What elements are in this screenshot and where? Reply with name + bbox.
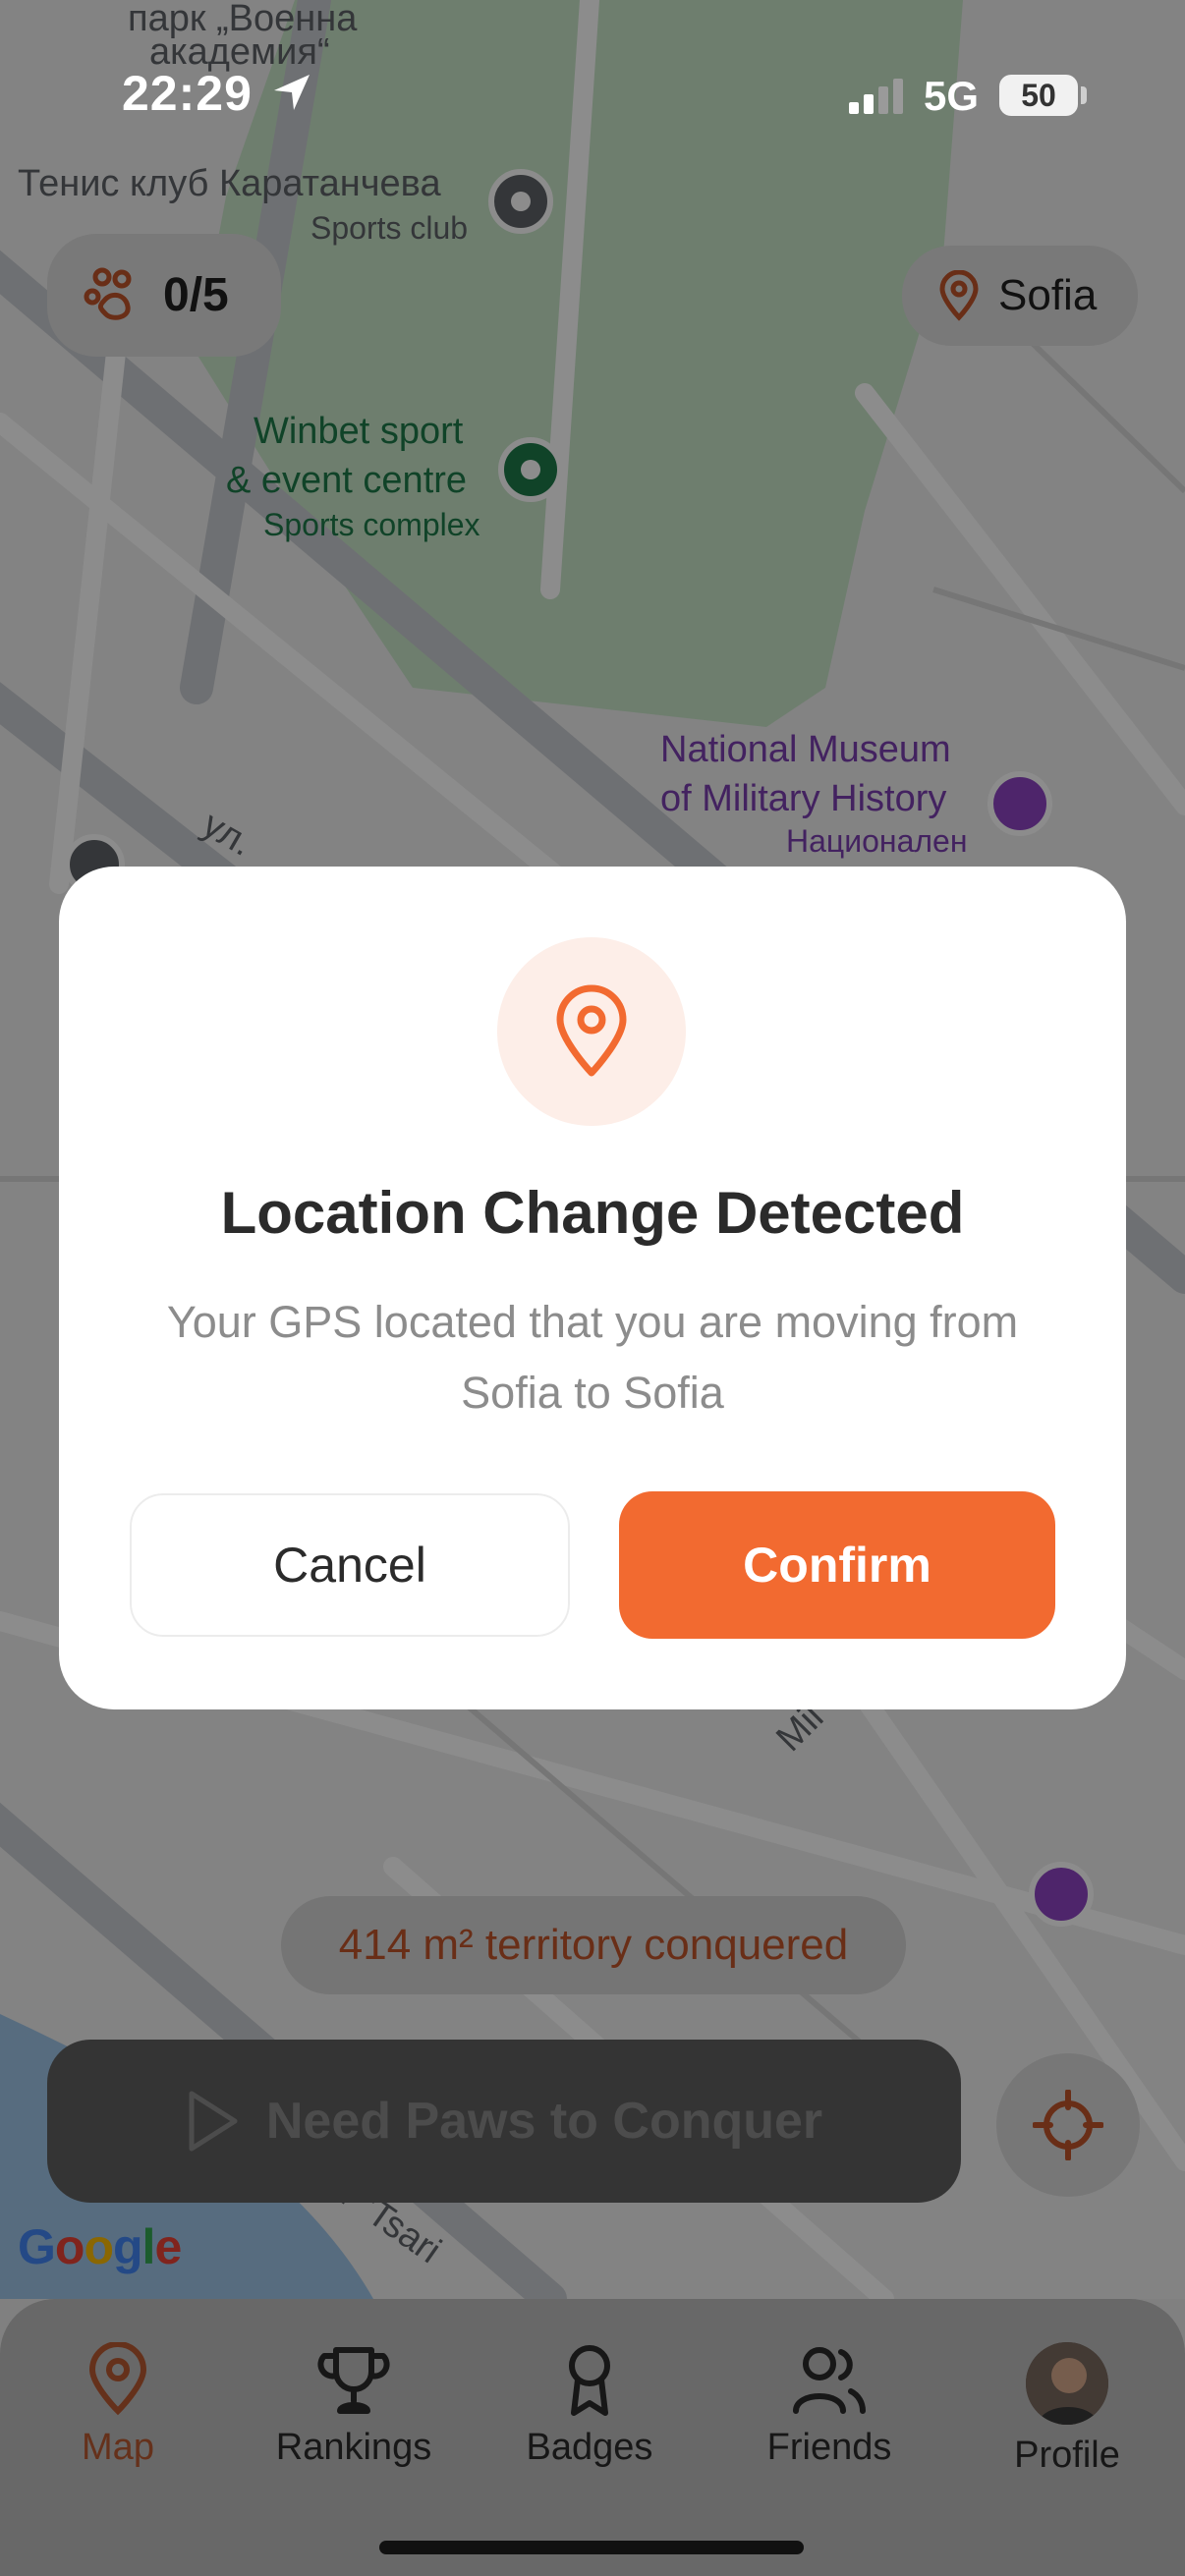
dialog-title: Location Change Detected	[220, 1180, 965, 1246]
home-indicator[interactable]	[379, 2541, 804, 2554]
network-type: 5G	[924, 73, 980, 119]
map-pin-icon	[556, 984, 627, 1077]
status-time: 22:29	[122, 66, 253, 121]
dialog-message: Your GPS located that you are moving fro…	[166, 1297, 1019, 1418]
cancel-button[interactable]: Cancel	[130, 1493, 570, 1637]
location-arrow-icon	[274, 75, 310, 110]
location-change-dialog: Location Change Detected Your GPS locate…	[59, 867, 1126, 1709]
battery-cap	[1081, 86, 1087, 104]
cellular-signal-icon	[849, 79, 903, 114]
battery-indicator: 50	[999, 75, 1078, 116]
dialog-icon-circle	[497, 937, 686, 1126]
confirm-button[interactable]: Confirm	[619, 1491, 1055, 1639]
